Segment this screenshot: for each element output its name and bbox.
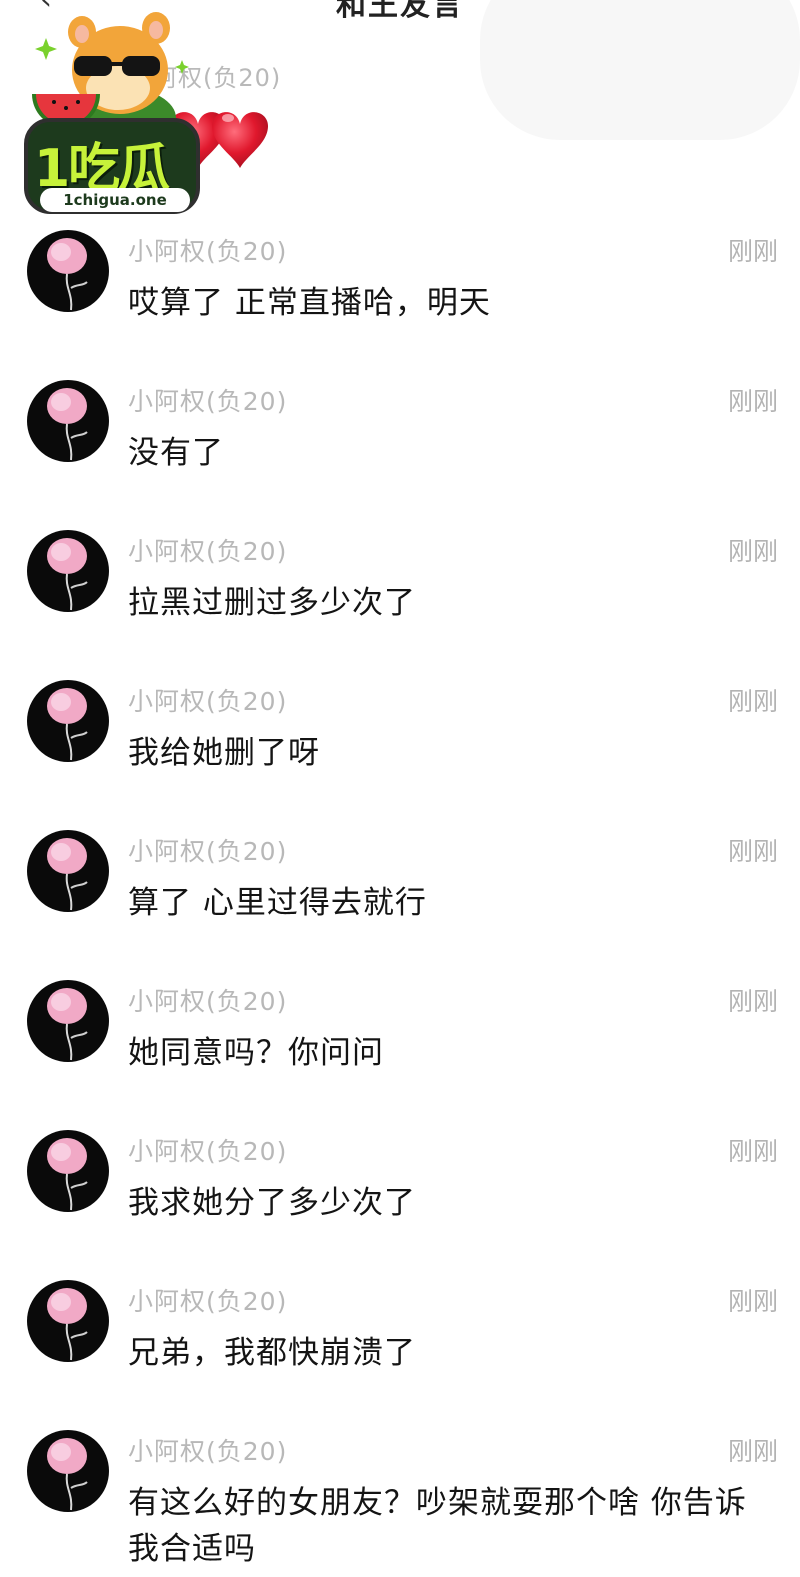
sender-name: 小阿权(负20) — [128, 1437, 288, 1466]
avatar[interactable] — [27, 230, 109, 312]
avatar[interactable] — [27, 830, 109, 912]
avatar[interactable] — [27, 1280, 109, 1362]
message-text: 我求她分了多少次了 — [128, 1185, 416, 1221]
avatar[interactable] — [27, 1130, 109, 1212]
message-time: 刚刚 — [727, 1137, 778, 1166]
sender-name: 小阿权(负20) — [128, 687, 288, 716]
rose-avatar-icon — [47, 988, 88, 1061]
message-item[interactable]: 小阿权(负20) 刚刚 有这么好的女朋友？吵架就耍那个啥 你告诉我合适吗 — [0, 1428, 800, 1577]
rose-avatar-icon — [47, 1138, 88, 1211]
message-time: 刚刚 — [727, 837, 778, 866]
sender-name: 小阿权(负20) — [128, 987, 288, 1016]
sender-name: 小阿权(负20) — [128, 837, 288, 866]
rose-avatar-icon — [47, 838, 88, 911]
message-item[interactable]: 小阿权(负20) 刚刚 她同意吗？你问问 — [0, 978, 800, 1128]
message-text: 拉黑过删过多少次了 — [128, 585, 416, 621]
chat-screen: ‹ 和王友言 小阿权(负20) — [0, 0, 800, 1577]
rose-avatar-icon — [47, 1438, 88, 1511]
sender-name: 小阿权(负20) — [128, 1137, 288, 1166]
message-item[interactable]: 小阿权(负20) 刚刚 哎算了 正常直播哈，明天 — [0, 228, 800, 378]
message-time: 刚刚 — [727, 237, 778, 266]
sender-name: 小阿权(负20) — [128, 387, 288, 416]
avatar[interactable] — [27, 1430, 109, 1512]
message-time: 刚刚 — [727, 537, 778, 566]
message-item[interactable]: 小阿权(负20) 刚刚 没有了 — [0, 378, 800, 528]
watermark-logo: 1吃瓜 1chigua.one — [14, 8, 200, 218]
message-item[interactable]: 小阿权(负20) 刚刚 兄弟，我都快崩溃了 — [0, 1278, 800, 1428]
message-list[interactable]: 小阿权(负20) 刚刚 哎算了 正常直播哈，明天 小阿权(负20) 刚刚 没有了 — [0, 228, 800, 1577]
sender-name: 小阿权(负20) — [128, 1287, 288, 1316]
rose-avatar-icon — [47, 238, 88, 311]
message-text: 没有了 — [128, 435, 224, 471]
avatar[interactable] — [27, 680, 109, 762]
rose-avatar-icon — [47, 538, 88, 611]
message-text: 算了 心里过得去就行 — [128, 885, 427, 921]
message-time: 刚刚 — [727, 1287, 778, 1316]
message-text: 哎算了 正常直播哈，明天 — [128, 285, 491, 321]
message-time: 刚刚 — [727, 387, 778, 416]
watermark-domain: 1chigua.one — [40, 188, 190, 212]
message-text: 兄弟，我都快崩溃了 — [128, 1335, 416, 1371]
message-text: 我给她删了呀 — [128, 735, 320, 771]
sender-name: 小阿权(负20) — [128, 237, 288, 266]
avatar[interactable] — [27, 380, 109, 462]
message-text: 她同意吗？你问问 — [128, 1035, 384, 1071]
avatar[interactable] — [27, 530, 109, 612]
message-text: 有这么好的女朋友？吵架就耍那个啥 你告诉我合适吗 — [128, 1485, 747, 1567]
message-item[interactable]: 小阿权(负20) 刚刚 我求她分了多少次了 — [0, 1128, 800, 1278]
message-time: 刚刚 — [727, 687, 778, 716]
rose-avatar-icon — [47, 688, 88, 761]
message-time: 刚刚 — [727, 987, 778, 1016]
message-time: 刚刚 — [727, 1437, 778, 1466]
message-item[interactable]: 小阿权(负20) 刚刚 算了 心里过得去就行 — [0, 828, 800, 978]
message-item[interactable]: 小阿权(负20) 刚刚 拉黑过删过多少次了 — [0, 528, 800, 678]
rose-avatar-icon — [47, 388, 88, 461]
rose-avatar-icon — [47, 1288, 88, 1361]
sender-name: 小阿权(负20) — [128, 537, 288, 566]
message-item[interactable]: 小阿权(负20) 刚刚 我给她删了呀 — [0, 678, 800, 828]
avatar[interactable] — [27, 980, 109, 1062]
